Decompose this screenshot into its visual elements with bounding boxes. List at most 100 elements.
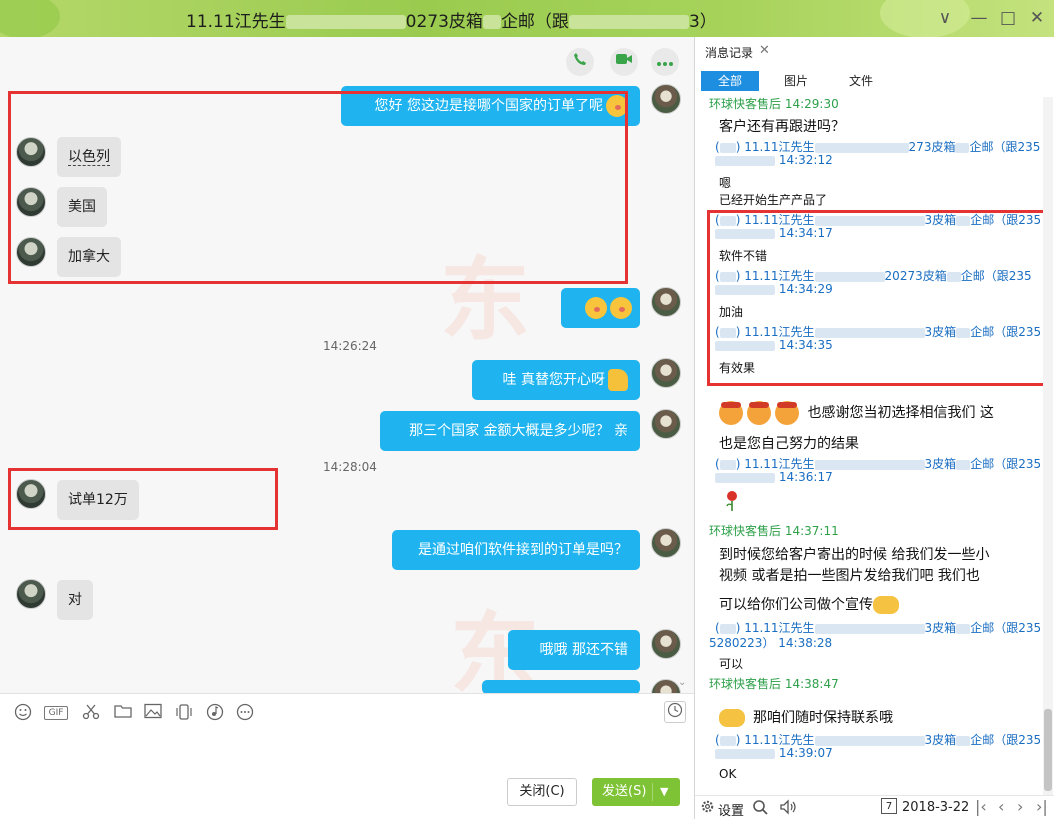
history-message: 嗯: [719, 176, 732, 190]
handshake-icon: [873, 596, 899, 614]
message-text: 那三个国家 金额大概是多少呢？ 亲: [409, 423, 628, 439]
gear-icon[interactable]: [700, 799, 715, 818]
more-icon[interactable]: [235, 703, 255, 723]
history-message: 可以给你们公司做个宣传: [719, 594, 899, 614]
tab-files[interactable]: 文件: [848, 71, 874, 91]
history-message: 那咱们随时保持联系哦: [719, 707, 893, 727]
history-message-text: 可以给你们公司做个宣传: [719, 597, 873, 613]
title-leaf-decoration: [880, 0, 970, 38]
last-page-icon[interactable]: ›|: [1036, 797, 1048, 816]
image-icon[interactable]: [143, 703, 163, 723]
blur-mask: [955, 142, 970, 153]
date-label: 2018-3-22: [902, 800, 970, 815]
blur-mask: [719, 459, 736, 470]
history-sender-name: 企邮（跟235: [970, 621, 1042, 635]
history-message: 到时候您给客户寄出的时候 给我们发一些小: [719, 547, 990, 563]
tab-images[interactable]: 图片: [783, 71, 809, 91]
message-bubble-outgoing: 那三个国家 金额大概是多少呢？ 亲: [380, 411, 640, 451]
history-timestamp: 14:32:12: [715, 153, 833, 167]
history-footer: 设置 7 2018-3-22 |‹ ‹ › ›|: [695, 795, 1054, 819]
message-bubble-incoming: 对: [57, 580, 93, 620]
maximize-button[interactable]: □: [997, 7, 1019, 29]
gif-icon[interactable]: GIF: [44, 706, 68, 720]
blur-mask: [956, 623, 971, 634]
angry-emoji-icon: [747, 401, 771, 425]
close-button[interactable]: 关闭(C): [507, 778, 577, 806]
history-sender-name: 企邮（跟235: [970, 457, 1042, 471]
clock-icon[interactable]: [664, 701, 686, 723]
message-timestamp: 14:26:24: [323, 339, 377, 353]
title-contact-end: 3）: [688, 12, 717, 32]
minimize-button[interactable]: —: [968, 7, 990, 29]
scissors-icon[interactable]: [81, 703, 101, 723]
history-sender-name: 企邮（跟235: [970, 733, 1042, 747]
chevron-down-icon[interactable]: ▼: [660, 778, 668, 806]
scrollbar-thumb[interactable]: [1044, 709, 1052, 791]
history-message: 可以: [719, 657, 744, 671]
chevron-down-icon[interactable]: ∨: [934, 7, 956, 29]
video-icon[interactable]: [610, 48, 638, 76]
avatar: [651, 287, 681, 317]
close-icon[interactable]: ✕: [759, 43, 770, 58]
avatar: [16, 579, 46, 609]
more-icon[interactable]: [651, 48, 679, 76]
title-contact-mid: 0273皮箱: [405, 12, 483, 32]
highlight-box: [707, 210, 1051, 386]
highlight-box: [8, 91, 628, 284]
settings-label[interactable]: 设置: [718, 800, 744, 819]
blur-mask: [719, 142, 736, 153]
message-history-pane: 消息记录 ✕ 全部 图片 文件 环球快客售后 14:29:30 客户还有再跟进吗…: [694, 37, 1054, 819]
folder-icon[interactable]: [113, 703, 133, 723]
blur-mask: [814, 623, 925, 634]
history-timestamp: 14:36:17: [715, 470, 833, 484]
history-sender-line: 环球快客售后 14:38:47: [709, 677, 839, 691]
kiss-emoji-icon: [585, 297, 607, 319]
history-message: 也是您自己努力的结果: [719, 436, 859, 452]
search-icon[interactable]: [752, 799, 768, 819]
blur-mask: [715, 748, 775, 759]
prev-page-icon[interactable]: ‹: [998, 797, 1004, 816]
blur-mask: [956, 459, 971, 470]
message-bubble-outgoing: 哇 真替您开心呀: [472, 360, 640, 400]
avatar: [651, 679, 681, 693]
first-page-icon[interactable]: |‹: [975, 797, 987, 816]
history-sender-name: 11.11江先生: [744, 140, 815, 154]
history-sender-name: 3皮箱: [924, 621, 957, 635]
title-blur-mask: [285, 15, 406, 29]
chat-pane: 东 东 您好 您这边是接哪个国家的订单了呢 以色列 美国 加拿大 14:26:2…: [0, 37, 694, 693]
history-message: 已经开始生产产品了: [719, 193, 828, 207]
history-sender-name: 273皮箱: [908, 140, 956, 154]
avatar: [651, 629, 681, 659]
title-blur-mask: [568, 15, 689, 29]
title-bar: 11.11江先生 0273皮箱 企邮（跟 3） ∨ — □ ✕: [0, 0, 1054, 39]
emoji-icon[interactable]: [13, 703, 33, 723]
music-icon[interactable]: [205, 703, 225, 723]
next-page-icon[interactable]: ›: [1017, 797, 1023, 816]
history-time: 14:32:12: [778, 153, 833, 167]
scroll-down-icon[interactable]: ⌄: [678, 677, 686, 688]
history-message: 视频 或者是拍一些图片发给我们吧 我们也: [719, 568, 980, 584]
message-bubble-outgoing: 哦哦 那还不错: [508, 630, 640, 670]
message-input-area[interactable]: GIF 关闭(C) 发送(S) ▼: [0, 693, 694, 819]
phone-icon[interactable]: [566, 48, 594, 76]
calendar-icon[interactable]: 7: [881, 798, 897, 814]
close-window-button[interactable]: ✕: [1026, 7, 1048, 29]
history-message-text: 那咱们随时保持联系哦: [753, 710, 893, 726]
history-sender-name: 3皮箱: [924, 733, 957, 747]
history-scrollbar[interactable]: [1043, 97, 1053, 797]
send-button[interactable]: 发送(S) ▼: [592, 778, 680, 806]
tab-all[interactable]: 全部: [701, 71, 759, 91]
blur-mask: [719, 735, 736, 746]
blur-mask: [715, 472, 775, 483]
message-text: 哇 真替您开心呀: [502, 372, 605, 388]
title-contact-prefix: 11.11江先生: [186, 12, 286, 32]
history-time: 14:36:17: [778, 470, 833, 484]
title-blur-mask: [482, 15, 501, 29]
blur-mask: [715, 155, 775, 166]
blur-mask: [814, 459, 925, 470]
highlight-box: [8, 468, 278, 530]
speaker-icon[interactable]: [779, 799, 799, 819]
phone-shake-icon[interactable]: [174, 703, 194, 723]
blur-mask: [814, 735, 925, 746]
message-bubble-outgoing: [561, 288, 640, 328]
